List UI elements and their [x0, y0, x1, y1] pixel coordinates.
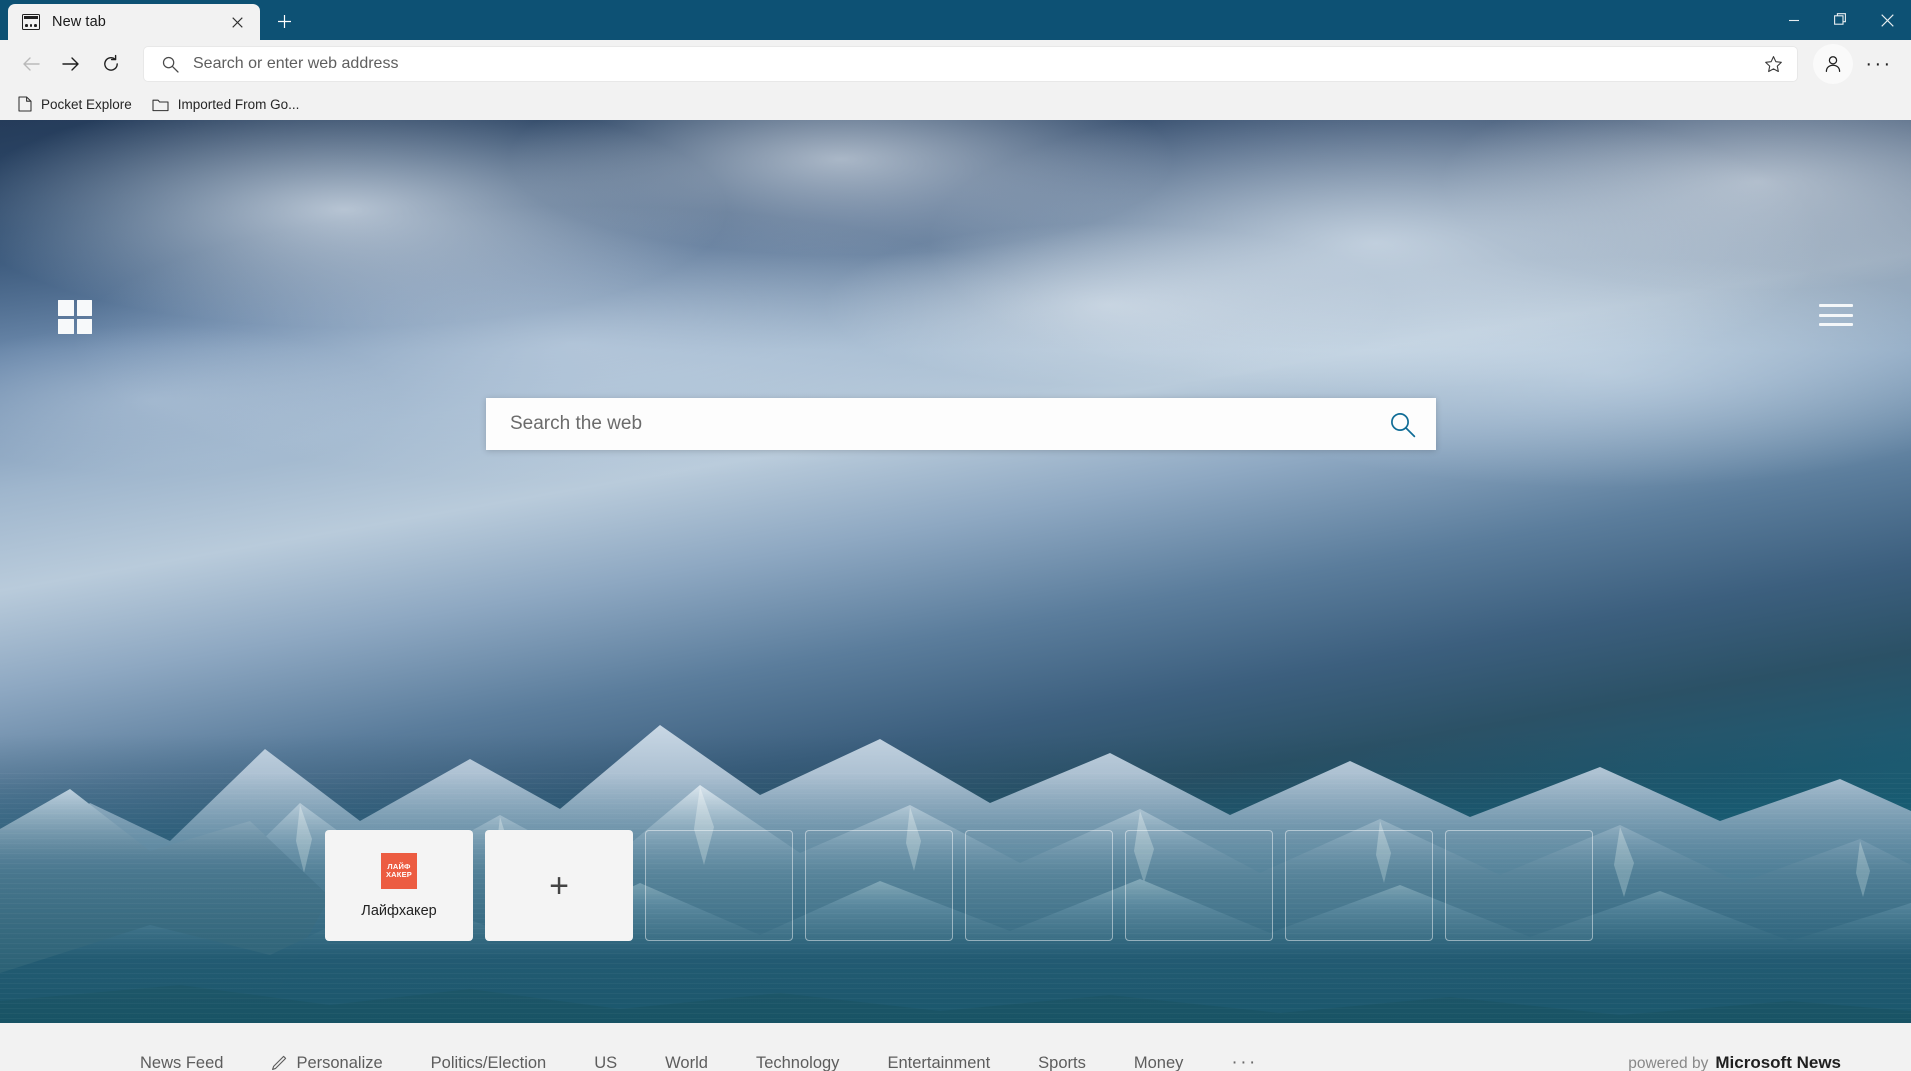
microsoft-news-brand: Microsoft News: [1715, 1053, 1841, 1071]
news-link-label: World: [665, 1053, 708, 1071]
new-tab-button[interactable]: [267, 4, 301, 38]
news-link-label: Technology: [755, 1053, 840, 1071]
address-bar-input[interactable]: Search or enter web address: [193, 55, 1764, 73]
news-link-label: Money: [1133, 1053, 1184, 1071]
refresh-button[interactable]: [92, 45, 130, 83]
close-icon: [1881, 13, 1894, 27]
news-link-us[interactable]: US: [594, 1054, 617, 1071]
bookmark-pocket-explore[interactable]: Pocket Explore: [10, 91, 140, 117]
web-search-box[interactable]: Search the web: [486, 398, 1436, 450]
tile-add-site[interactable]: +: [485, 830, 633, 941]
refresh-icon: [104, 54, 118, 71]
person-icon: [1825, 56, 1841, 73]
page-icon: [18, 96, 32, 112]
news-link-technology[interactable]: Technology: [756, 1054, 839, 1071]
web-search-input[interactable]: Search the web: [510, 413, 1389, 435]
powered-by-label: powered by: [1628, 1055, 1709, 1071]
tile-empty[interactable]: [1125, 830, 1273, 941]
tile-label: Лайфхакер: [361, 902, 437, 919]
news-link-label: Politics/Election: [430, 1053, 547, 1071]
browser-toolbar: Search or enter web address ···: [0, 40, 1911, 88]
plus-icon: +: [549, 866, 569, 905]
news-link-money[interactable]: Money: [1134, 1054, 1184, 1071]
tile-empty[interactable]: [805, 830, 953, 941]
tile-empty[interactable]: [645, 830, 793, 941]
window-controls: [1770, 0, 1911, 40]
tab-strip: New tab: [0, 0, 301, 40]
hamburger-menu-icon[interactable]: [1819, 302, 1853, 328]
news-link-world[interactable]: World: [665, 1054, 708, 1071]
browser-more-button[interactable]: ···: [1859, 45, 1899, 83]
title-bar: New tab: [0, 0, 1911, 40]
news-link-label: Entertainment: [887, 1053, 991, 1071]
bookmarks-bar: Pocket Explore Imported From Go...: [0, 88, 1911, 120]
app-grid-icon[interactable]: [58, 300, 92, 334]
back-button[interactable]: [12, 45, 50, 83]
arrow-right-icon: [62, 57, 79, 71]
minimize-button[interactable]: [1770, 0, 1817, 40]
profile-button[interactable]: [1813, 44, 1853, 84]
bookmark-label: Imported From Go...: [177, 96, 300, 112]
news-link-news-feed[interactable]: News Feed: [140, 1054, 223, 1071]
minimize-icon: [1788, 19, 1799, 22]
site-logo-line-2: ХАКЕР: [385, 869, 412, 879]
plus-icon: [277, 14, 291, 28]
browser-tab[interactable]: New tab: [8, 4, 260, 40]
address-bar[interactable]: Search or enter web address: [144, 47, 1797, 81]
news-link-entertainment[interactable]: Entertainment: [887, 1054, 990, 1071]
tab-title: New tab: [52, 14, 106, 30]
star-icon[interactable]: [1764, 55, 1785, 74]
search-icon: [162, 56, 179, 73]
page-favicon-icon: [22, 14, 40, 30]
maximize-button[interactable]: [1817, 0, 1864, 40]
news-link-politics-election[interactable]: Politics/Election: [431, 1054, 547, 1071]
news-navigation-bar: News Feed Personalize Politics/Election …: [0, 1023, 1911, 1071]
new-tab-page: Search the web ЛАЙФ ХАКЕР Лайфхакер +: [0, 120, 1911, 1023]
powered-by-attribution: powered by Microsoft News: [1628, 1053, 1841, 1071]
news-link-personalize[interactable]: Personalize: [271, 1053, 383, 1071]
tile-empty[interactable]: [965, 830, 1113, 941]
tile-site[interactable]: ЛАЙФ ХАКЕР Лайфхакер: [325, 830, 473, 941]
news-link-label: News Feed: [140, 1053, 224, 1071]
forward-button[interactable]: [52, 45, 90, 83]
news-link-label: US: [594, 1053, 618, 1071]
close-window-button[interactable]: [1864, 0, 1911, 40]
search-icon[interactable]: [1389, 411, 1416, 438]
close-icon[interactable]: [224, 9, 250, 35]
bookmark-imported-from-google[interactable]: Imported From Go...: [144, 91, 308, 117]
folder-icon: [152, 97, 169, 112]
news-link-label: Sports: [1038, 1053, 1086, 1071]
site-logo-icon: ЛАЙФ ХАКЕР: [381, 852, 417, 889]
bookmark-label: Pocket Explore: [41, 96, 132, 112]
restore-icon: [1833, 13, 1846, 25]
top-sites-tiles: ЛАЙФ ХАКЕР Лайфхакер +: [325, 830, 1593, 941]
news-more-button[interactable]: ···: [1231, 1052, 1257, 1071]
tile-empty[interactable]: [1285, 830, 1433, 941]
news-link-label: Personalize: [296, 1053, 383, 1071]
pencil-icon: [271, 1055, 287, 1071]
arrow-left-icon: [23, 57, 40, 71]
news-link-sports[interactable]: Sports: [1038, 1054, 1086, 1071]
tile-empty[interactable]: [1445, 830, 1593, 941]
